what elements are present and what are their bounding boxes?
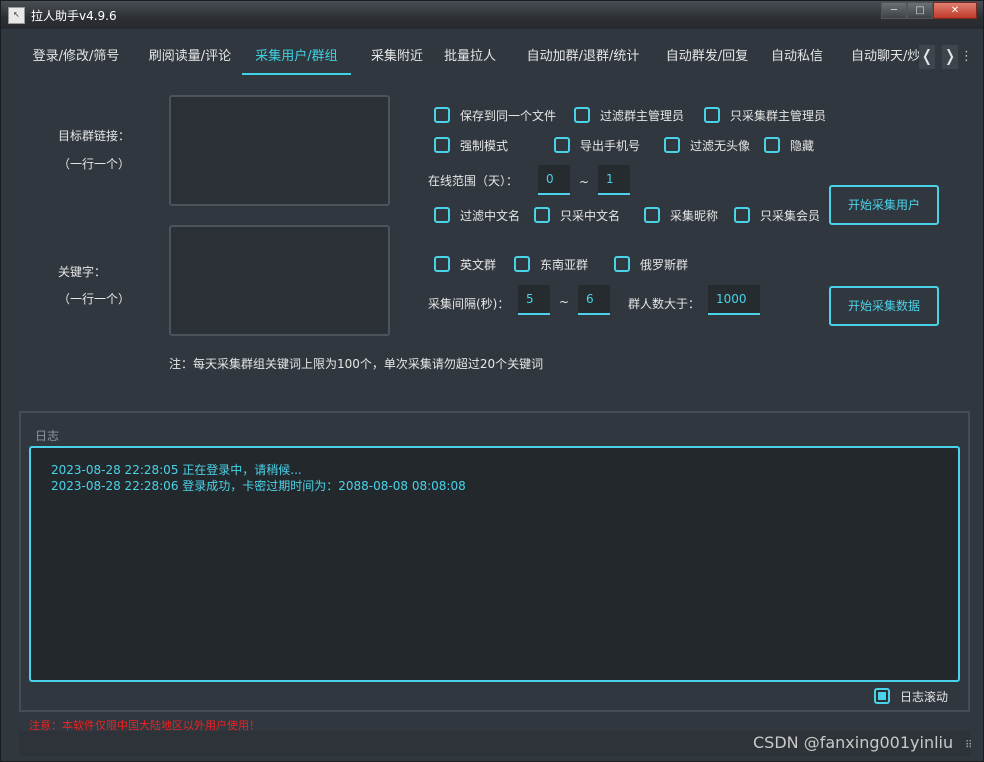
filter-no-avatar-checkbox[interactable]: 过滤无头像	[664, 135, 750, 155]
target-group-label: 目标群链接：	[58, 129, 131, 143]
maximize-button[interactable]: □	[907, 2, 933, 19]
keywords-hint: （一行一个）	[58, 292, 131, 306]
keywords-input[interactable]	[169, 225, 390, 336]
tab-auto-chat[interactable]: 自动聊天/炒	[851, 41, 919, 73]
checkbox-box[interactable]	[734, 207, 750, 223]
start-collect-users-button[interactable]: 开始采集用户	[829, 185, 939, 225]
tab-auto-dm[interactable]: 自动私信	[765, 41, 829, 73]
checkbox-box[interactable]	[764, 137, 780, 153]
window-controls: ─ □ ✕	[881, 2, 977, 19]
tab-batch-invite[interactable]: 批量拉人	[437, 41, 503, 73]
online-range-from-input[interactable]: 0	[538, 165, 570, 195]
log-title: 日志	[35, 429, 60, 443]
online-range-to-input[interactable]: 1	[598, 165, 630, 195]
save-same-file-checkbox[interactable]: 保存到同一个文件	[434, 105, 556, 125]
only-members-checkbox[interactable]: 只采集会员	[734, 205, 820, 225]
checkbox-box[interactable]	[434, 107, 450, 123]
tab-auto-join[interactable]: 自动加群/退群/统计	[519, 41, 647, 73]
tab-auto-broadcast[interactable]: 自动群发/回复	[657, 41, 757, 73]
english-group-checkbox[interactable]: 英文群	[434, 254, 496, 274]
checkbox-box[interactable]	[574, 107, 590, 123]
minimize-button[interactable]: ─	[881, 2, 907, 19]
tab-bar: 登录/修改/筛号 刷阅读量/评论 采集用户/群组 采集附近 批量拉人 自动加群/…	[17, 41, 973, 75]
checkbox-box[interactable]	[514, 256, 530, 272]
app-window: ↖ 拉人助手v4.9.6 ─ □ ✕ 登录/修改/筛号 刷阅读量/评论 采集用户…	[0, 0, 984, 762]
interval-separator: ~	[559, 295, 570, 309]
interval-from-input[interactable]: 5	[518, 285, 550, 315]
tab-login[interactable]: 登录/修改/筛号	[17, 41, 135, 73]
resize-grip-icon[interactable]: ⠿	[965, 741, 977, 755]
tab-next-arrow[interactable]: ❭	[942, 45, 958, 69]
tab-prev-arrow[interactable]: ❬	[919, 45, 935, 69]
filter-chinese-name-checkbox[interactable]: 过滤中文名	[434, 205, 520, 225]
hide-checkbox[interactable]: 隐藏	[764, 135, 814, 155]
checkbox-box[interactable]	[664, 137, 680, 153]
checkbox-box[interactable]	[554, 137, 570, 153]
group-size-input[interactable]: 1000	[708, 285, 760, 315]
russia-group-checkbox[interactable]: 俄罗斯群	[614, 254, 688, 274]
collect-nickname-checkbox[interactable]: 采集昵称	[644, 205, 718, 225]
tab-read-count[interactable]: 刷阅读量/评论	[137, 41, 243, 73]
checkbox-box[interactable]	[534, 207, 550, 223]
interval-label: 采集间隔(秒)：	[428, 297, 510, 311]
tab-collect-nearby[interactable]: 采集附近	[359, 41, 435, 73]
checkbox-box[interactable]	[644, 207, 660, 223]
interval-to-input[interactable]: 6	[578, 285, 610, 315]
keywords-label: 关键字：	[58, 265, 107, 279]
checkbox-box[interactable]	[874, 688, 890, 704]
target-group-hint: （一行一个）	[58, 157, 131, 171]
start-collect-data-button[interactable]: 开始采集数据	[829, 286, 939, 326]
csdn-watermark: CSDN @fanxing001yinliu	[753, 733, 954, 752]
target-group-input[interactable]	[169, 95, 390, 206]
export-phone-checkbox[interactable]: 导出手机号	[554, 135, 640, 155]
log-line: 2023-08-28 22:28:06 登录成功，卡密过期时间为：2088-08…	[51, 479, 466, 493]
checkbox-box[interactable]	[434, 207, 450, 223]
close-button[interactable]: ✕	[933, 2, 977, 19]
filter-group-admins-checkbox[interactable]: 过滤群主管理员	[574, 105, 684, 125]
log-line: 2023-08-28 22:28:05 正在登录中，请稍候...	[51, 463, 302, 477]
title-bar[interactable]: ↖ 拉人助手v4.9.6 ─ □ ✕	[1, 1, 983, 29]
log-auto-scroll-checkbox[interactable]: 日志滚动	[874, 686, 948, 706]
app-icon: ↖	[8, 7, 25, 24]
range-separator: ~	[579, 175, 590, 189]
checkbox-box[interactable]	[434, 256, 450, 272]
checkbox-box[interactable]	[614, 256, 630, 272]
checkbox-box[interactable]	[434, 137, 450, 153]
online-range-label: 在线范围（天）：	[428, 174, 519, 188]
tab-more-icon[interactable]: ⋮	[960, 41, 973, 73]
window-title: 拉人助手v4.9.6	[31, 9, 117, 23]
group-size-label: 群人数大于：	[628, 297, 701, 311]
only-chinese-name-checkbox[interactable]: 只采中文名	[534, 205, 620, 225]
only-group-admins-checkbox[interactable]: 只采集群主管理员	[704, 105, 826, 125]
checkbox-box[interactable]	[704, 107, 720, 123]
sea-group-checkbox[interactable]: 东南亚群	[514, 254, 588, 274]
force-mode-checkbox[interactable]: 强制模式	[434, 135, 508, 155]
log-output[interactable]: 2023-08-28 22:28:05 正在登录中，请稍候... 2023-08…	[29, 446, 960, 682]
keyword-limit-note: 注：每天采集群组关键词上限为100个，单次采集请勿超过20个关键词	[169, 357, 544, 371]
tab-collect-users[interactable]: 采集用户/群组	[242, 41, 351, 75]
